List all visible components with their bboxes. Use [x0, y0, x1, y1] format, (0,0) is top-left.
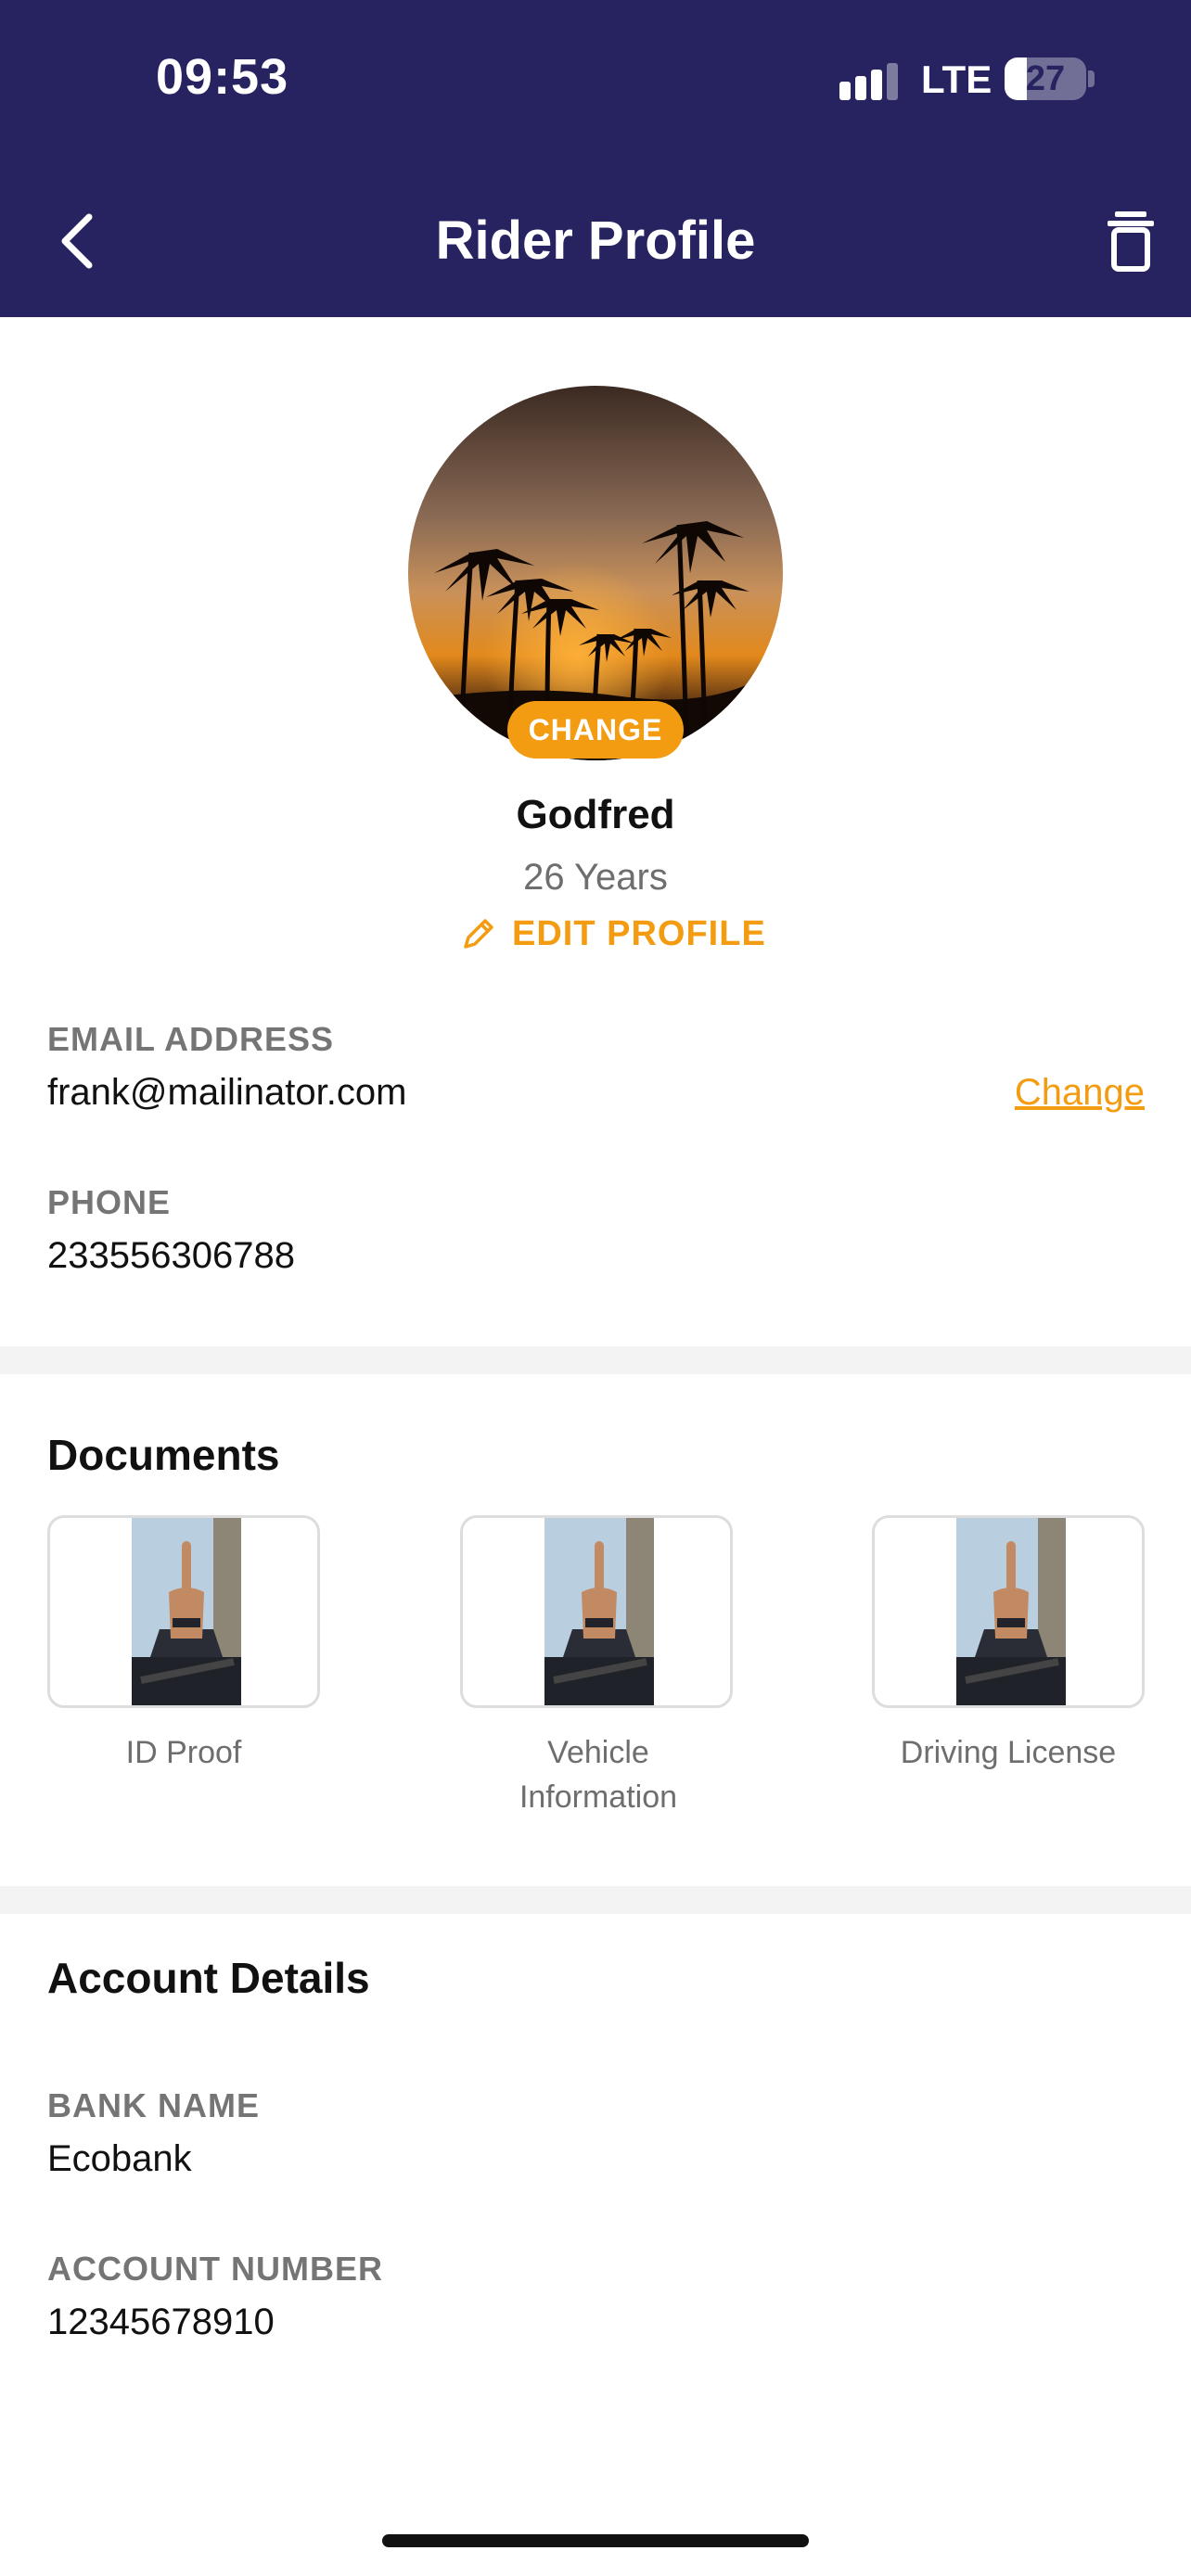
signal-icon — [839, 63, 898, 100]
email-label: EMAIL ADDRESS — [47, 1020, 335, 1058]
page-title: Rider Profile — [435, 210, 756, 271]
home-indicator[interactable] — [382, 2534, 809, 2547]
document-label: ID Proof — [125, 1735, 242, 1770]
battery-tip — [1088, 70, 1095, 87]
profile-name: Godfred — [516, 792, 675, 837]
edit-profile-button[interactable]: EDIT PROFILE — [460, 911, 766, 957]
section-divider — [0, 1346, 1191, 1374]
delete-button[interactable] — [1098, 208, 1163, 274]
network-type: LTE — [921, 57, 992, 101]
bank-name-label: BANK NAME — [47, 2086, 260, 2124]
bank-name-value: Ecobank — [47, 2138, 192, 2179]
document-vehicle-information[interactable] — [460, 1515, 733, 1708]
document-thumbnail — [132, 1518, 241, 1705]
change-photo-button[interactable]: CHANGE — [507, 701, 684, 759]
pencil-icon — [464, 919, 493, 949]
documents-title: Documents — [47, 1431, 280, 1479]
section-divider — [0, 1886, 1191, 1914]
profile-age: 26 Years — [523, 857, 668, 898]
account-number-label: ACCOUNT NUMBER — [47, 2250, 383, 2288]
document-thumbnail — [956, 1518, 1066, 1705]
battery-level: 27 — [1025, 59, 1066, 98]
phone-value: 233556306788 — [47, 1235, 295, 1276]
account-details-title: Account Details — [47, 1954, 370, 2002]
trash-icon — [1108, 211, 1154, 272]
email-value: frank@mailinator.com — [47, 1072, 407, 1113]
app-header: 09:53 LTE 27 Rider Profile — [0, 0, 1191, 317]
document-driving-license[interactable] — [872, 1515, 1145, 1708]
change-email-link[interactable]: Change — [1015, 1072, 1145, 1114]
phone-label: PHONE — [47, 1183, 172, 1221]
document-thumbnail — [544, 1518, 654, 1705]
document-label: Driving License — [900, 1735, 1117, 1770]
document-label: Vehicle Information — [519, 1735, 678, 1815]
battery-icon: 27 — [1005, 57, 1086, 100]
status-time: 09:53 — [156, 49, 289, 105]
account-number-value: 12345678910 — [47, 2302, 275, 2342]
edit-profile-label: EDIT PROFILE — [512, 913, 766, 953]
document-id-proof[interactable] — [47, 1515, 320, 1708]
